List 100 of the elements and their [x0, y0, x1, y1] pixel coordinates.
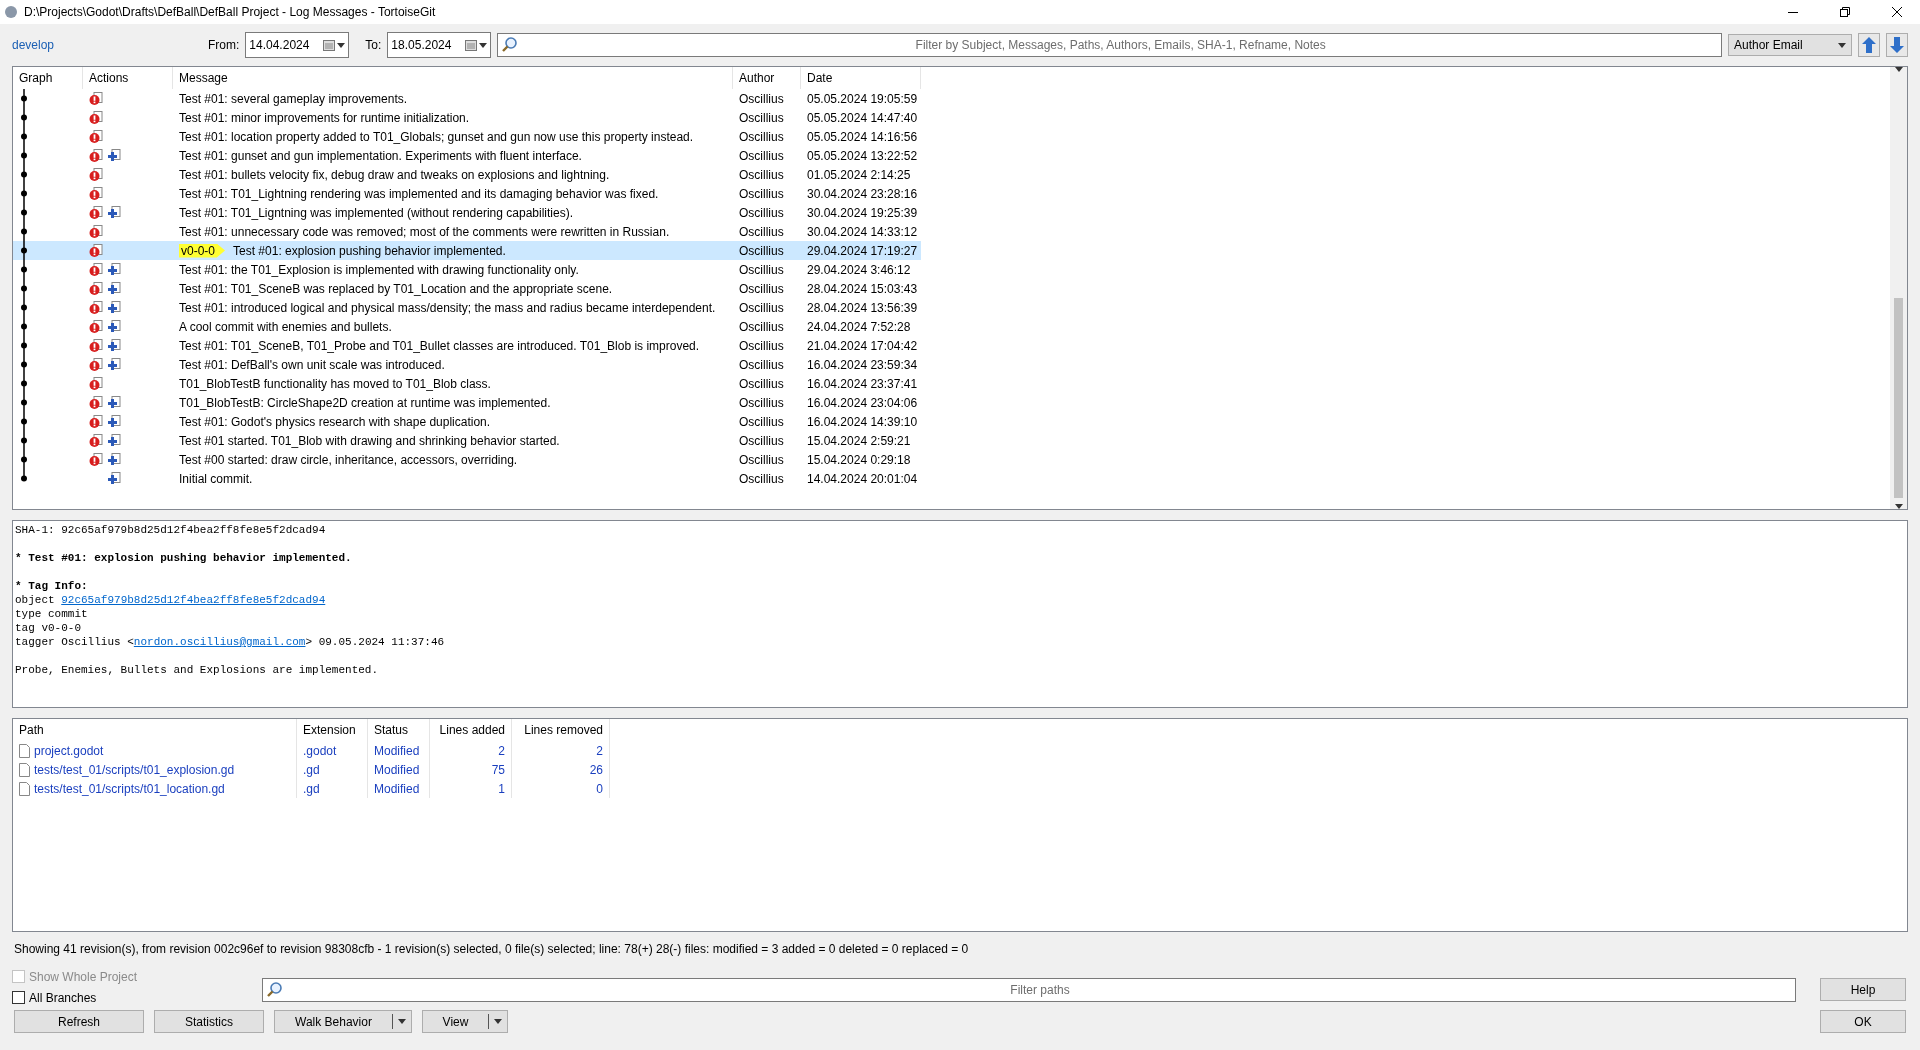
log-row[interactable]: Test #01: minor improvements for runtime initialization. Oscillius 05.05.2024 14:47:40	[13, 108, 921, 127]
commit-message: Test #01: location property added to T01_Globals; gunset and gun now use this property instead.	[179, 129, 694, 144]
detail-line: object 92c65af979b8d25d12f4bea2ff8fe8e5f2dcad94	[15, 593, 326, 607]
graph-node-icon	[19, 431, 29, 450]
filter-field[interactable]: Filter by Subject, Messages, Paths, Authors, Emails, SHA-1, Refname, Notes	[497, 33, 1722, 57]
column-header[interactable]: Status	[368, 719, 430, 741]
previous-button[interactable]	[1858, 33, 1880, 57]
log-row[interactable]: Test #01: location property added to T01_Globals; gunset and gun now use this property instead. Oscillius 05.05.2024 14:16:56	[13, 127, 921, 146]
detail-line: SHA-1: 92c65af979b8d25d12f4bea2ff8fe8e5f2dcad94	[15, 523, 326, 537]
log-row[interactable]: Test #01: DefBall's own unit scale was introduced. Oscillius 16.04.2024 23:59:34	[13, 355, 921, 374]
log-row[interactable]: Test #01: T01_SceneB, T01_Probe and T01_Bullet classes are introduced. T01_Blob is improved. Oscillius 21.04.2024 17:04:42	[13, 336, 921, 355]
log-row[interactable]: v0-0-0 Test #01: explosion pushing behavior implemented. Oscillius 29.04.2024 17:19:27	[13, 241, 921, 260]
scroll-down-icon	[1894, 504, 1903, 509]
author-cell-text: Oscillius	[738, 109, 785, 127]
branch-link[interactable]: develop	[12, 38, 202, 52]
modified-file-icon	[89, 300, 103, 315]
log-row[interactable]: Test #01: the T01_Explosion is implemented with drawing functionality only. Oscillius 29.04.2024 3:46:12	[13, 260, 921, 279]
date-cell-text: 01.05.2024 2:14:25	[806, 166, 912, 184]
log-row[interactable]: Test #01: Godot's physics research with shape duplication. Oscillius 16.04.2024 14:39:10	[13, 412, 921, 431]
column-header[interactable]: Extension	[297, 719, 368, 741]
log-row[interactable]: T01_BlobTestB functionality has moved to T01_Blob class. Oscillius 16.04.2024 23:37:41	[13, 374, 921, 393]
modified-file-icon	[89, 129, 103, 144]
column-header[interactable]: Lines added	[430, 719, 512, 741]
graph-node-icon	[19, 127, 29, 146]
scrollbar-thumb[interactable]	[1894, 298, 1903, 498]
log-row[interactable]: T01_BlobTestB: CircleShape2D creation at runtime was implemented. Oscillius 16.04.2024 23:04:06	[13, 393, 921, 412]
added-file-icon	[107, 433, 121, 448]
log-row[interactable]: Test #01: introduced logical and physical mass/density; the mass and radius became interdependent. Oscillius 28.04.2024 13:56:39	[13, 298, 921, 317]
log-row[interactable]: Test #01: T01_Ligntning was implemented (without rendering capabilities). Oscillius 30.04.2024 19:25:39	[13, 203, 921, 222]
from-date-field[interactable]: 14.04.2024	[245, 32, 350, 58]
author-cell-text: Oscillius	[738, 90, 785, 108]
column-header[interactable]: Path	[13, 719, 297, 741]
file-status: Modified	[368, 741, 430, 760]
caret-icon	[479, 42, 488, 48]
close-icon[interactable]	[1892, 7, 1902, 17]
lines-added-cell: 2	[430, 741, 512, 760]
graph-node-icon	[19, 241, 29, 260]
checkbox[interactable]: All Branches	[12, 989, 252, 1006]
filter-field-dropdown[interactable]: Author Email	[1728, 34, 1852, 56]
column-header[interactable]: Author	[733, 67, 801, 89]
to-date-field[interactable]: 18.05.2024	[387, 32, 492, 58]
log-row[interactable]: Test #00 started: draw circle, inheritance, accessors, overriding. Oscillius 15.04.2024 0:29:18	[13, 450, 921, 469]
log-row[interactable]: Test #01: T01_SceneB was replaced by T01_Location and the appropriate scene. Oscillius 28.04.2024 15:03:43	[13, 279, 921, 298]
date-cell-text: 05.05.2024 19:05:59	[806, 90, 919, 108]
down-arrow-icon	[1890, 37, 1904, 53]
path-filter-field[interactable]: Filter paths	[262, 978, 1796, 1002]
calendar-icon	[465, 39, 478, 51]
column-header[interactable]: Lines removed	[512, 719, 610, 741]
modified-file-icon	[89, 395, 103, 410]
up-arrow-icon	[1862, 37, 1876, 53]
modified-file-icon	[89, 91, 103, 106]
lines-added-cell: 75	[430, 760, 512, 779]
author-cell-text: Oscillius	[738, 204, 785, 222]
help-button[interactable]: Help	[1820, 978, 1906, 1001]
action-button[interactable]: Statistics	[154, 1010, 264, 1033]
author-cell-text: Oscillius	[738, 185, 785, 203]
log-row[interactable]: Test #01: gunset and gun implementation. Experiments with fluent interface. Oscillius 05.05.2024 13:22:52	[13, 146, 921, 165]
ok-button[interactable]: OK	[1820, 1010, 1906, 1033]
author-cell-text: Oscillius	[738, 280, 785, 298]
column-header[interactable]: Graph	[13, 67, 83, 89]
lines-removed-cell: 26	[512, 760, 610, 779]
next-button[interactable]	[1886, 33, 1908, 57]
column-header[interactable]: Actions	[83, 67, 173, 89]
log-row[interactable]: Test #01: bullets velocity fix, debug draw and tweaks on explosions and lightning. Oscillius 01.05.2024 2:14:25	[13, 165, 921, 184]
file-path[interactable]: tests/test_01/scripts/t01_explosion.gd	[34, 762, 235, 777]
modified-file-icon	[89, 243, 103, 258]
file-path[interactable]: tests/test_01/scripts/t01_location.gd	[34, 781, 225, 796]
modified-file-icon	[89, 433, 103, 448]
split-button[interactable]: Walk Behavior	[274, 1010, 412, 1033]
added-file-icon	[107, 319, 121, 334]
commit-message: Initial commit.	[179, 471, 253, 486]
graph-node-icon	[19, 89, 29, 108]
log-row[interactable]: Initial commit. Oscillius 14.04.2024 20:01:04	[13, 469, 921, 488]
modified-file-icon	[89, 110, 103, 125]
caret-icon	[398, 1019, 406, 1024]
column-header[interactable]: Date	[801, 67, 921, 89]
restore-icon[interactable]	[1840, 7, 1850, 17]
commit-message: Test #01: gunset and gun implementation. Experiments with fluent interface.	[179, 148, 582, 163]
log-row[interactable]: Test #01: T01_Lightning rendering was implemented and its damaging behavior was fixed. Oscillius 30.04.2024 23:28:16	[13, 184, 921, 203]
file-status: Modified	[368, 779, 430, 798]
action-button[interactable]: Refresh	[14, 1010, 144, 1033]
log-row[interactable]: Test #01: several gameplay improvements. Oscillius 05.05.2024 19:05:59	[13, 89, 921, 108]
file-path[interactable]: project.godot	[34, 743, 104, 758]
detail-line: * Test #01: explosion pushing behavior implemented.	[15, 551, 352, 565]
commit-message: Test #01: T01_Lightning rendering was implemented and its damaging behavior was fixed.	[179, 186, 659, 201]
column-header[interactable]: Message	[173, 67, 733, 89]
author-cell-text: Oscillius	[738, 451, 785, 469]
detail-link[interactable]: 92c65af979b8d25d12f4bea2ff8fe8e5f2dcad94	[61, 594, 326, 606]
detail-link[interactable]: nordon.oscillius@gmail.com	[133, 636, 306, 648]
split-button[interactable]: View	[422, 1010, 508, 1033]
author-cell-text: Oscillius	[738, 413, 785, 431]
added-file-icon	[107, 357, 121, 372]
modified-file-icon	[89, 167, 103, 182]
commit-message: Test #01: unnecessary code was removed; most of the comments were rewritten in Russian.	[179, 224, 670, 239]
commit-message: Test #01: T01_SceneB, T01_Probe and T01_Bullet classes are introduced. T01_Blob is improved.	[179, 338, 700, 353]
detail-line: Probe, Enemies, Bullets and Explosions are implemented.	[15, 663, 379, 677]
minimize-icon[interactable]	[1788, 11, 1798, 13]
log-row[interactable]: Test #01 started. T01_Blob with drawing and shrinking behavior started. Oscillius 15.04.2024 2:59:21	[13, 431, 921, 450]
scrollbar[interactable]	[1890, 67, 1907, 509]
log-row[interactable]: A cool commit with enemies and bullets. Oscillius 24.04.2024 7:52:28	[13, 317, 921, 336]
